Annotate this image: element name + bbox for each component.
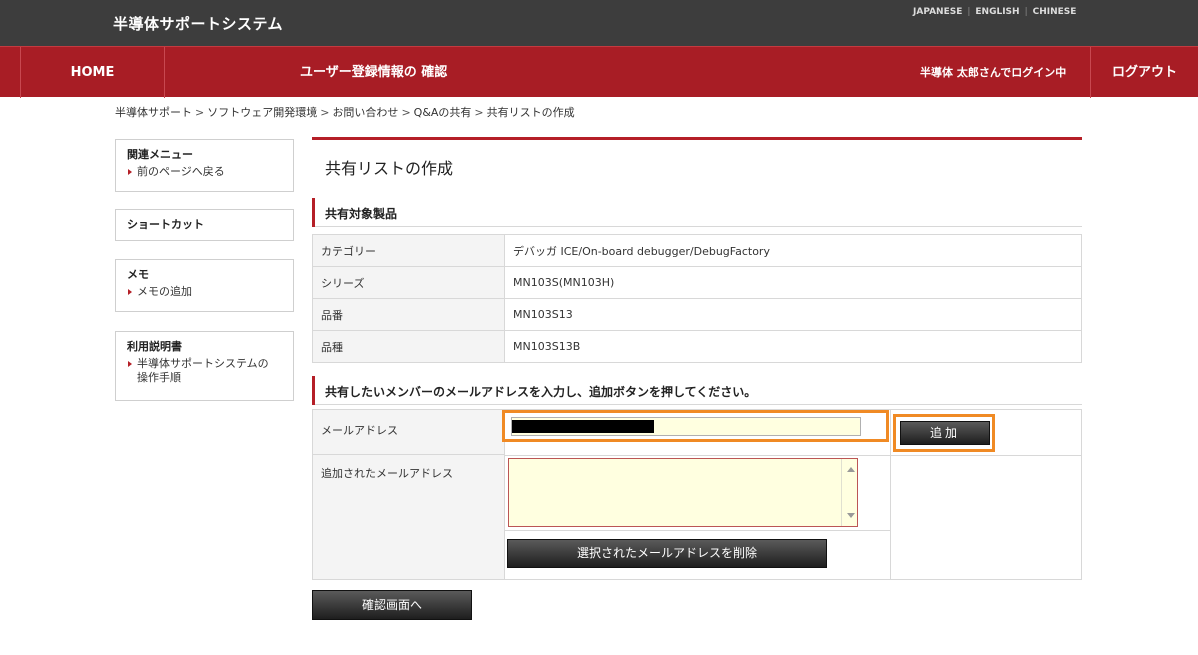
lang-english[interactable]: ENGLISH [975, 7, 1019, 17]
row-label: カテゴリー [312, 234, 505, 267]
sidebar-shortcut-title[interactable]: ショートカット [127, 216, 282, 232]
row-value: MN103S13B [504, 330, 1082, 363]
scroll-down-icon[interactable] [847, 513, 855, 518]
sidebar-manual: 利用説明書 半導体サポートシステムの操作手順 [115, 331, 294, 401]
logout-link[interactable]: ログアウト [1090, 47, 1198, 98]
main-top-rule [312, 137, 1082, 140]
member-section-header: 共有したいメンバーのメールアドレスを入力し、追加ボタンを押してください。 [312, 376, 1082, 405]
row-value: MN103S13 [504, 298, 1082, 331]
redacted-email [512, 420, 654, 433]
email-input[interactable] [511, 417, 861, 436]
divider [890, 410, 891, 579]
nav-bar: HOME ユーザー登録情報の 確認 半導体 太郎さんでログイン中 ログアウト [0, 46, 1198, 98]
row-label: 品種 [312, 330, 505, 363]
table-row: カテゴリー デバッガ ICE/On-board debugger/DebugFa… [312, 234, 1082, 267]
email-input-highlight [502, 410, 889, 442]
sidebar-memo: メモ メモの追加 [115, 259, 294, 312]
scroll-up-icon[interactable] [847, 467, 855, 472]
table-row: 品種 MN103S13B [312, 330, 1082, 363]
lang-chinese[interactable]: CHINESE [1033, 7, 1077, 17]
lang-japanese[interactable]: JAPANESE [913, 7, 962, 17]
divider [505, 530, 890, 531]
row-label: シリーズ [312, 266, 505, 299]
breadcrumb-item[interactable]: お問い合わせ [332, 106, 398, 119]
add-memo-link[interactable]: メモの追加 [127, 285, 282, 299]
divider [505, 455, 1082, 456]
add-button[interactable]: 追加 [900, 421, 990, 445]
product-section-title: 共有対象製品 [325, 207, 398, 221]
nav-registration-link[interactable]: ユーザー登録情報の 確認 [300, 47, 447, 98]
table-row: シリーズ MN103S(MN103H) [312, 266, 1082, 299]
site-title: 半導体サポートシステム [113, 15, 284, 33]
product-section-header: 共有対象製品 [312, 198, 1082, 227]
nav-home-link[interactable]: HOME [20, 47, 165, 98]
page-title: 共有リストの作成 [325, 159, 454, 178]
share-form: メールアドレス 追加されたメールアドレス 追加 選択されたメールアドレスを削除 [312, 409, 1082, 580]
row-value: デバッガ ICE/On-board debugger/DebugFactory [504, 234, 1082, 267]
breadcrumb: 半導体サポート > ソフトウェア開発環境 > お問い合わせ > Q&Aの共有 > 共有リストの作… [115, 106, 575, 119]
sidebar-related-title: 関連メニュー [127, 148, 193, 161]
breadcrumb-item[interactable]: 半導体サポート [115, 106, 192, 119]
back-link[interactable]: 前のページへ戻る [127, 165, 282, 179]
added-emails-list[interactable] [508, 458, 858, 527]
scrollbar[interactable] [841, 459, 857, 526]
breadcrumb-item[interactable]: Q&Aの共有 [414, 106, 472, 119]
top-bar: 半導体サポートシステム JAPANESE | ENGLISH | CHINESE [0, 0, 1198, 46]
email-label: メールアドレス [313, 410, 505, 455]
added-emails-label: 追加されたメールアドレス [313, 455, 505, 579]
breadcrumb-current: 共有リストの作成 [486, 106, 575, 119]
add-button-highlight: 追加 [893, 414, 995, 452]
row-label: 品番 [312, 298, 505, 331]
language-switcher: JAPANESE | ENGLISH | CHINESE [913, 7, 1077, 17]
row-value: MN103S(MN103H) [504, 266, 1082, 299]
breadcrumb-item[interactable]: ソフトウェア開発環境 [207, 106, 317, 119]
product-table: カテゴリー デバッガ ICE/On-board debugger/DebugFa… [312, 234, 1082, 363]
member-section-title: 共有したいメンバーのメールアドレスを入力し、追加ボタンを押してください。 [325, 385, 757, 399]
sidebar-related-menu: 関連メニュー 前のページへ戻る [115, 139, 294, 192]
manual-link[interactable]: 半導体サポートシステムの操作手順 [127, 357, 277, 385]
login-status: 半導体 太郎さんでログイン中 [920, 66, 1067, 79]
sidebar-memo-title: メモ [127, 268, 149, 281]
sidebar-shortcut: ショートカット [115, 209, 294, 241]
delete-selected-button[interactable]: 選択されたメールアドレスを削除 [507, 539, 827, 568]
sidebar-manual-title: 利用説明書 [127, 340, 182, 353]
table-row: 品番 MN103S13 [312, 298, 1082, 331]
confirm-button[interactable]: 確認画面へ [312, 590, 472, 620]
